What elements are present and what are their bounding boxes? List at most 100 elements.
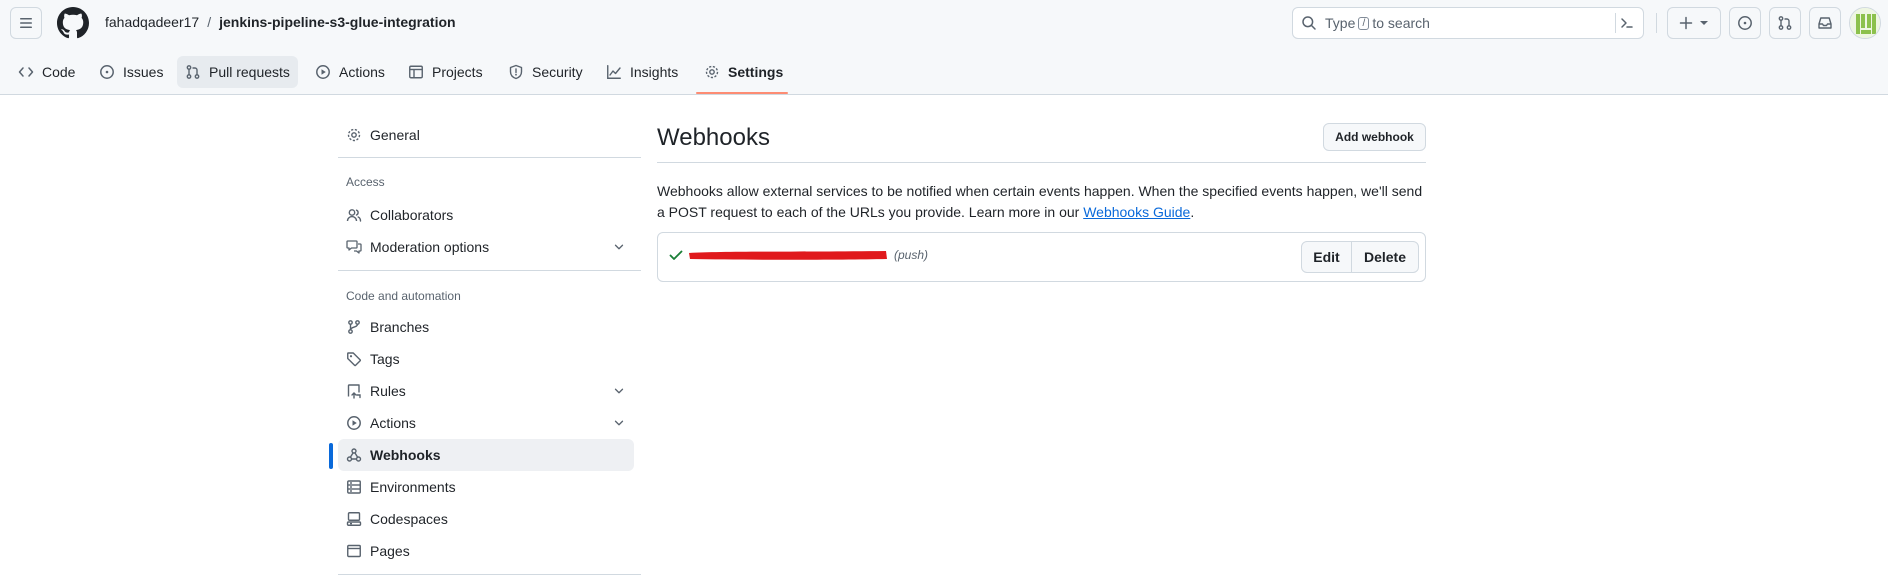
webhook-event: (push) [894,248,929,262]
sidebar-item-moderation[interactable]: Moderation options [338,231,634,263]
webhook-icon [346,448,362,462]
webhook-list-item: (push) Edit Delete [657,232,1426,282]
tab-pull-requests-label: Pull requests [209,64,290,80]
search-shortcut-key: / [1358,16,1370,30]
sidebar-item-label: Moderation options [370,239,490,255]
chevron-down-icon [614,420,624,426]
sidebar-item-label: Environments [370,479,456,495]
tab-code[interactable]: Code [10,56,83,88]
sidebar-item-pages[interactable]: Pages [338,535,634,567]
add-webhook-button[interactable]: Add webhook [1323,123,1426,151]
sidebar-item-label: Pages [370,543,410,559]
webhook-actions: Edit Delete [1301,241,1419,273]
sidebar-heading-code-automation: Code and automation [346,289,461,303]
search-placeholder: Type / to search [1325,15,1430,31]
github-logo-icon[interactable] [57,7,89,39]
tab-security[interactable]: Security [500,56,591,88]
identicon-icon [1850,8,1880,38]
create-new-button[interactable] [1667,7,1721,39]
tab-actions[interactable]: Actions [307,56,393,88]
webhooks-description: Webhooks allow external services to be n… [657,181,1433,223]
issue-icon [100,65,114,79]
sidebar-item-codespaces[interactable]: Codespaces [338,503,634,535]
inbox-button[interactable] [1809,7,1841,39]
tab-security-label: Security [532,64,583,80]
issue-icon [1738,16,1752,30]
shield-icon [509,64,523,80]
sidebar-item-branches[interactable]: Branches [338,311,634,343]
terminal-icon [1620,18,1633,28]
search-icon [1302,16,1316,30]
avatar[interactable] [1849,7,1881,39]
repo-link[interactable]: jenkins-pipeline-s3-glue-integration [219,14,455,30]
breadcrumb-separator: / [207,14,212,30]
search-placeholder-suffix: to search [1372,15,1430,31]
sidebar-item-label: Actions [370,415,416,431]
hamburger-icon [20,18,32,28]
top-bar: fahadqadeer17 / jenkins-pipeline-s3-glue… [0,0,1888,46]
pull-requests-button[interactable] [1769,7,1801,39]
sidebar-active-indicator [329,443,333,469]
webhooks-guide-link[interactable]: Webhooks Guide [1083,204,1190,220]
play-icon [347,416,361,430]
tab-issues[interactable]: Issues [91,56,171,88]
sidebar-item-tags[interactable]: Tags [338,343,634,375]
sidebar-item-rules[interactable]: Rules [338,375,634,407]
tab-settings[interactable]: Settings [696,56,791,88]
title-divider [657,162,1426,163]
sidebar-item-label: Rules [370,383,406,399]
command-palette-button[interactable] [1615,13,1637,33]
play-icon [316,65,330,79]
sidebar-heading-access: Access [346,175,385,189]
pull-request-icon [186,65,200,79]
sidebar-item-webhooks[interactable]: Webhooks [338,439,634,471]
graph-icon [607,65,621,79]
search-input[interactable]: Type / to search [1292,7,1644,39]
issues-button[interactable] [1729,7,1761,39]
tab-insights[interactable]: Insights [598,56,686,88]
redacted-webhook-url[interactable] [686,248,890,262]
tab-settings-label: Settings [728,64,784,80]
sidebar-item-collaborators[interactable]: Collaborators [338,199,634,231]
sidebar-divider [338,574,641,575]
sidebar-item-label: General [370,127,420,143]
browser-icon [347,544,361,558]
tab-pull-requests[interactable]: Pull requests [177,56,298,88]
server-icon [347,480,361,494]
sidebar-divider [338,270,641,271]
tab-actions-label: Actions [339,64,385,80]
sidebar-item-actions[interactable]: Actions [338,407,634,439]
menu-button[interactable] [10,7,42,39]
sidebar-item-environments[interactable]: Environments [338,471,634,503]
repo-nav-tabs: Code Issues Pull requests Actions Projec… [0,48,1888,95]
check-icon [669,250,683,260]
selected-tab-indicator [696,92,788,94]
sidebar-item-label: Branches [370,319,430,335]
plus-icon [1679,16,1693,30]
branch-icon [348,320,360,334]
owner-link[interactable]: fahadqadeer17 [105,14,199,30]
caret-down-icon [1700,21,1708,25]
description-text: Webhooks allow external services to be n… [657,183,1423,220]
tab-code-label: Code [42,64,76,80]
search-placeholder-prefix: Type [1325,15,1356,31]
sidebar-item-label: Collaborators [370,207,454,223]
people-icon [346,209,362,222]
sidebar-item-label: Webhooks [370,447,441,463]
tab-projects[interactable]: Projects [400,56,491,88]
header-divider [1656,13,1657,33]
sidebar-divider [338,157,641,158]
code-icon [18,67,34,77]
tab-projects-label: Projects [432,64,483,80]
gear-icon [705,65,719,79]
sidebar-item-label: Tags [370,351,400,367]
description-end: . [1190,204,1195,220]
delete-button[interactable]: Delete [1352,242,1418,272]
breadcrumb: fahadqadeer17 / jenkins-pipeline-s3-glue… [105,14,456,30]
tag-icon [347,352,361,367]
tab-insights-label: Insights [630,64,679,80]
sidebar-item-general[interactable]: General [338,119,634,151]
repo-push-icon [347,384,361,399]
edit-button[interactable]: Edit [1302,242,1352,272]
chevron-down-icon [614,388,624,394]
